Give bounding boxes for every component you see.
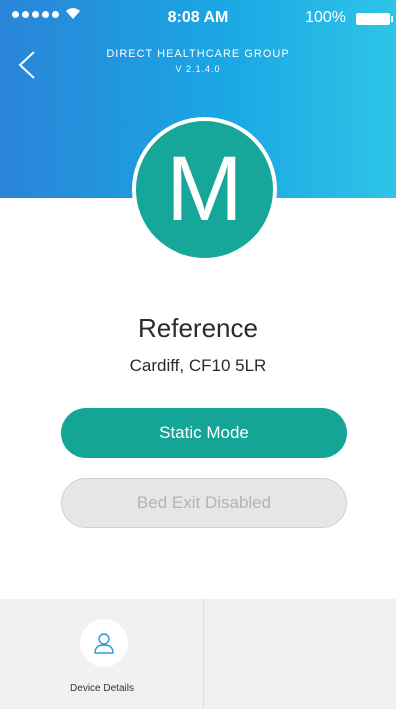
tab-empty	[205, 599, 396, 709]
profile-location: Cardiff, CF10 5LR	[129, 356, 267, 375]
static-mode-button[interactable]: Static Mode	[61, 408, 347, 458]
user-icon	[80, 619, 128, 667]
bed-exit-button[interactable]: Bed Exit Disabled	[61, 478, 347, 528]
tab-device-details[interactable]: Device Details	[0, 599, 204, 709]
app-version: V 2.1.4.0	[175, 64, 221, 74]
tab-bar: Device Details	[0, 599, 396, 709]
battery-icon	[356, 13, 393, 25]
profile-name: Reference	[138, 313, 258, 343]
battery-percentage: 100%	[305, 9, 346, 26]
avatar: M	[132, 117, 277, 262]
status-bar: 8:08 AM 100%	[0, 0, 396, 36]
tab-label: Device Details	[70, 683, 134, 694]
company-name: DIRECT HEALTHCARE GROUP	[106, 48, 290, 60]
